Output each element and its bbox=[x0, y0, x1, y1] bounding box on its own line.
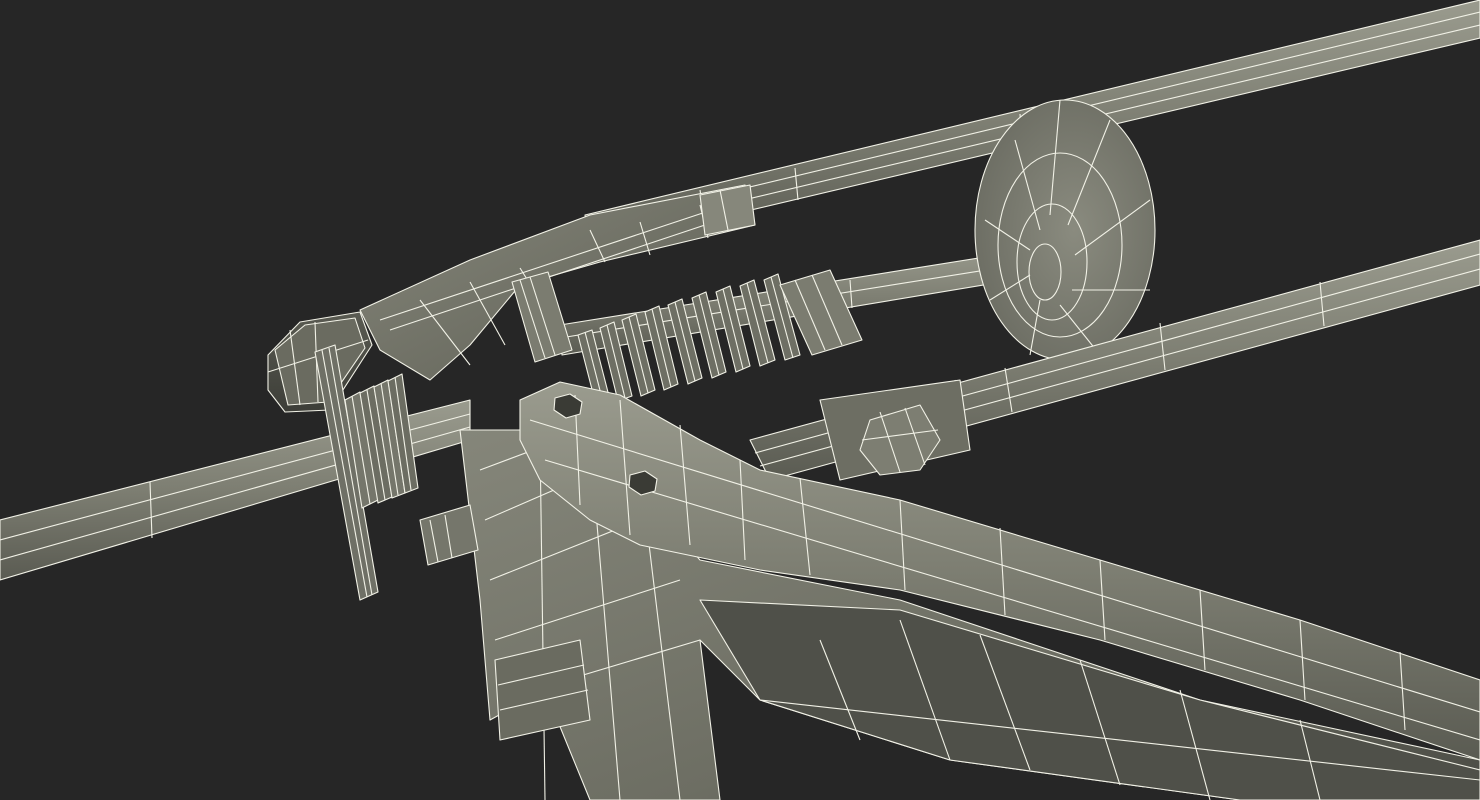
pressure-disc bbox=[974, 99, 1156, 361]
wireframe-render bbox=[0, 0, 1480, 800]
pawl-tab bbox=[419, 504, 479, 566]
front-collar bbox=[819, 379, 971, 481]
render-viewport bbox=[0, 0, 1480, 800]
